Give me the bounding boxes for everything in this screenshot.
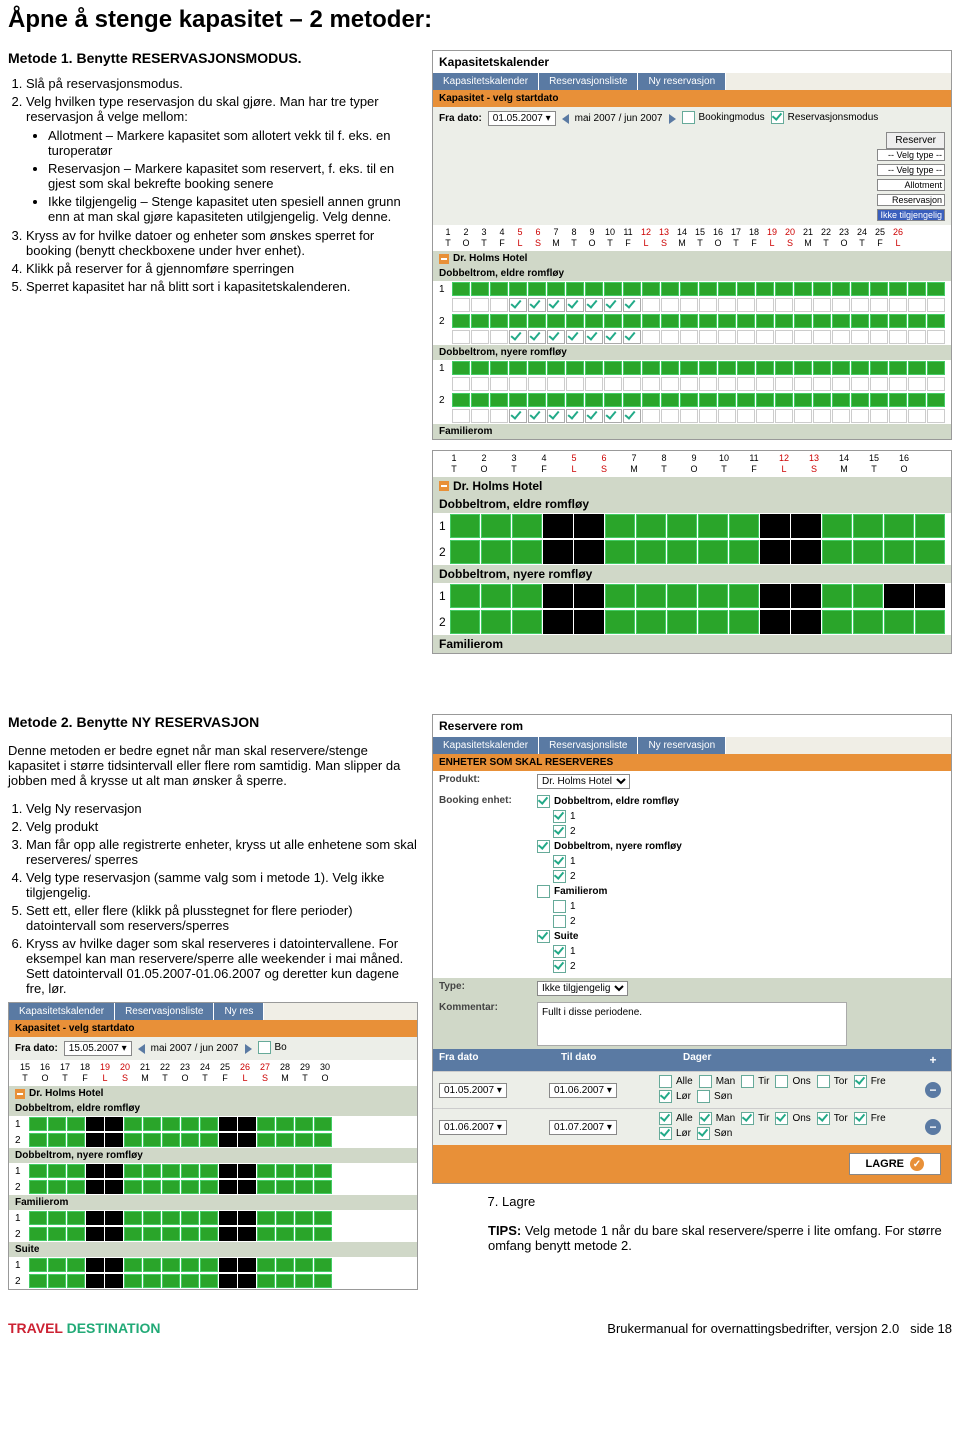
tab-reservliste[interactable]: Reservasjonsliste xyxy=(539,73,638,90)
reserver-button[interactable]: Reserver xyxy=(886,132,945,149)
method2-list: Velg Ny reservasjon Velg produkt Man får… xyxy=(26,801,418,996)
page-title: Åpne å stenge kapasitet – 2 metoder: xyxy=(8,6,952,34)
til-date-input[interactable]: 01.06.2007 ▾ xyxy=(549,1083,617,1098)
remove-row-icon[interactable]: − xyxy=(925,1082,941,1098)
m1-step4: Klikk på reserver for å gjennomføre sper… xyxy=(26,261,418,276)
group-checkbox[interactable] xyxy=(537,840,550,853)
day-checkbox[interactable] xyxy=(699,1112,712,1125)
day-checkbox[interactable] xyxy=(699,1075,712,1088)
day-checkbox[interactable] xyxy=(659,1075,672,1088)
method1-list: Slå på reservasjonsmodus. Velg hvilken t… xyxy=(26,76,418,294)
next-icon[interactable] xyxy=(669,114,676,124)
kap-calendar-screenshot-2: 1T2O3T4F5L6S7M8T9O10T11F12L13S14M15T16O … xyxy=(432,450,952,654)
lagre-button[interactable]: LAGRE✓ xyxy=(849,1153,942,1175)
remove-row-icon[interactable]: − xyxy=(925,1119,941,1135)
kap-calendar-screenshot-1: Kapasitetskalender Kapasitetskalender Re… xyxy=(432,50,952,440)
day-checkbox[interactable] xyxy=(854,1112,867,1125)
til-date-input[interactable]: 01.07.2007 ▾ xyxy=(549,1120,617,1135)
unit-checkbox[interactable] xyxy=(553,870,566,883)
day-checkbox[interactable] xyxy=(659,1112,672,1125)
day-checkbox[interactable] xyxy=(697,1090,710,1103)
unit-checkbox[interactable] xyxy=(553,855,566,868)
day-checkbox[interactable] xyxy=(817,1112,830,1125)
method2-intro: Denne metoden er bedre egnet når man ska… xyxy=(8,743,418,788)
page-number: side 18 xyxy=(910,1321,952,1336)
tips-text: TIPS: Velg metode 1 når du bare skal res… xyxy=(488,1223,952,1253)
day-checkbox[interactable] xyxy=(775,1075,788,1088)
reservere-rom-screenshot: Reservere rom Kapasitetskalender Reserva… xyxy=(432,714,952,1184)
tab-kapcal[interactable]: Kapasitetskalender xyxy=(433,73,539,90)
fra-dato-input[interactable]: 01.05.2007 ▾ xyxy=(488,111,556,126)
fra-dato-label: Fra dato: xyxy=(439,113,482,124)
type-select[interactable]: Ikke tilgjengelig xyxy=(537,981,628,996)
unit-checkbox[interactable] xyxy=(553,960,566,973)
day-checkbox[interactable] xyxy=(659,1127,672,1140)
m1-step1: Slå på reservasjonsmodus. xyxy=(26,76,418,91)
unit-checkbox[interactable] xyxy=(553,825,566,838)
group-checkbox[interactable] xyxy=(537,795,550,808)
prev-icon[interactable] xyxy=(138,1044,145,1054)
m1-step2: Velg hvilken type reservasjon du skal gj… xyxy=(26,94,418,224)
check-icon: ✓ xyxy=(910,1157,924,1171)
group-checkbox[interactable] xyxy=(537,930,550,943)
prev-icon[interactable] xyxy=(562,114,569,124)
kommentar-input[interactable]: Fullt i disse periodene. xyxy=(537,1002,847,1046)
kap-calendar-screenshot-3: Kapasitetskalender Reservasjonsliste Ny … xyxy=(8,1002,418,1290)
day-checkbox[interactable] xyxy=(697,1127,710,1140)
unit-checkbox[interactable] xyxy=(553,915,566,928)
day-checkbox[interactable] xyxy=(817,1075,830,1088)
collapse-icon[interactable] xyxy=(15,1089,25,1099)
footer-text: Brukermanual for overnattingsbedrifter, … xyxy=(607,1321,899,1336)
day-checkbox[interactable] xyxy=(741,1075,754,1088)
period-label: mai 2007 / jun 2007 xyxy=(575,113,663,124)
fra-date-input[interactable]: 01.06.2007 ▾ xyxy=(439,1120,507,1135)
unit-checkbox[interactable] xyxy=(553,900,566,913)
day-checkbox[interactable] xyxy=(741,1112,754,1125)
day-checkbox[interactable] xyxy=(775,1112,788,1125)
day-checkbox[interactable] xyxy=(659,1090,672,1103)
method2-list-cont: Lagre xyxy=(502,1194,952,1209)
m1-step5: Sperret kapasitet har nå blitt sort i ka… xyxy=(26,279,418,294)
add-row-icon[interactable]: + xyxy=(925,1052,941,1068)
m1-bullet2: Reservasjon – Markere kapasitet som rese… xyxy=(48,161,418,191)
group-checkbox[interactable] xyxy=(537,885,550,898)
method1-heading: Metode 1. Benytte RESERVASJONSMODUS. xyxy=(8,50,418,66)
fra-date-input[interactable]: 01.05.2007 ▾ xyxy=(439,1083,507,1098)
unit-checkbox[interactable] xyxy=(553,945,566,958)
day-checkbox[interactable] xyxy=(854,1075,867,1088)
produkt-select[interactable]: Dr. Holms Hotel xyxy=(537,774,630,789)
fra-dato-input[interactable]: 15.05.2007 ▾ xyxy=(64,1041,132,1056)
next-icon[interactable] xyxy=(245,1044,252,1054)
unit-checkbox[interactable] xyxy=(553,810,566,823)
method2-heading: Metode 2. Benytte NY RESERVASJON xyxy=(8,714,418,730)
collapse-icon[interactable] xyxy=(439,254,449,264)
m1-bullet1: Allotment – Markere kapasitet som allote… xyxy=(48,128,418,158)
logo: TRAVEL DESTINATION xyxy=(8,1320,160,1336)
m1-step3: Kryss av for hvilke datoer og enheter so… xyxy=(26,228,418,258)
m1-bullet3: Ikke tilgjengelig – Stenge kapasitet ute… xyxy=(48,194,418,224)
collapse-icon[interactable] xyxy=(439,481,449,491)
type-select[interactable]: -- Velg type -- xyxy=(877,149,945,161)
tab-nyres[interactable]: Ny reservasjon xyxy=(638,73,726,90)
